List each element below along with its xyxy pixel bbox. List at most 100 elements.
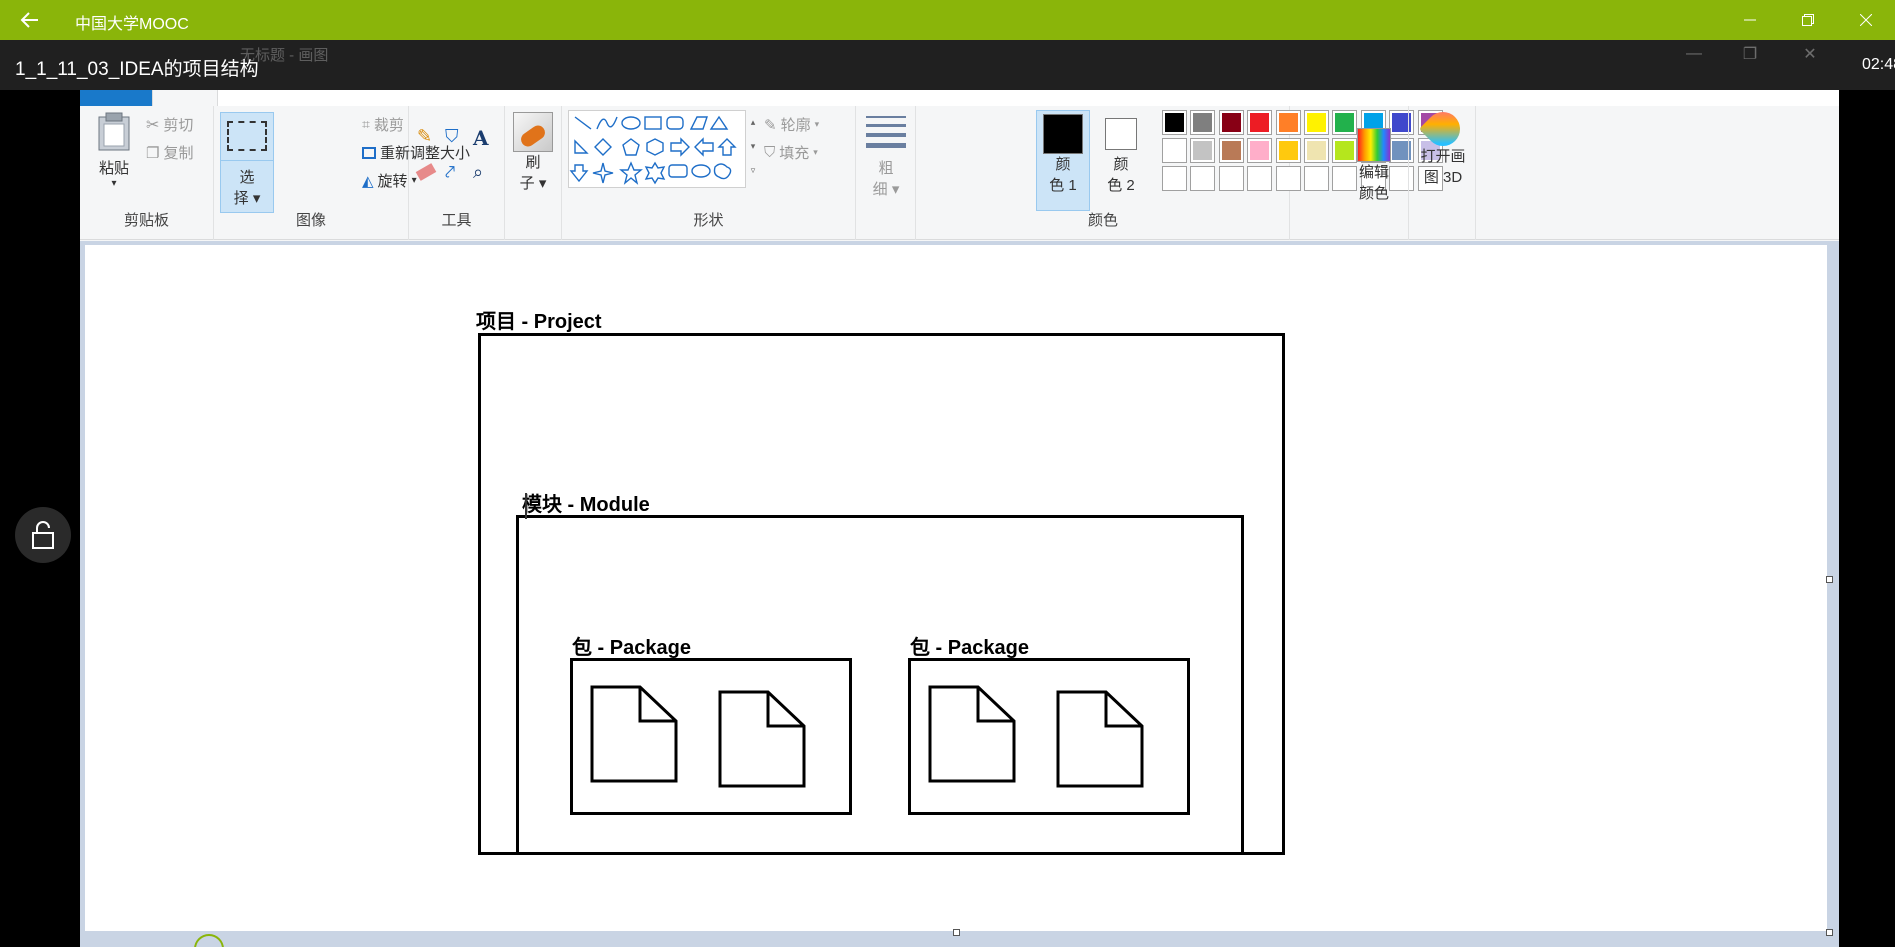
tab-file[interactable] [80, 90, 152, 106]
palette-empty-swatch[interactable] [1304, 166, 1329, 191]
palette-color-swatch[interactable] [1190, 138, 1216, 163]
clipboard-group: 粘贴 ▾ ✂ 剪切 ❐ 复制 剪贴板 [80, 106, 214, 240]
brushes-label-2: 子 [519, 175, 535, 192]
shapes-gallery[interactable] [568, 110, 746, 188]
rotate-icon: ◭ [362, 172, 374, 190]
file-icon [590, 685, 678, 783]
text-icon[interactable]: A [473, 126, 501, 150]
palette-color-swatch[interactable] [1162, 110, 1187, 135]
palette-empty-swatch[interactable] [1162, 166, 1187, 191]
app-name: 中国大学MOOC [75, 16, 189, 33]
paint-restore-icon[interactable]: ❐ [1720, 40, 1780, 68]
palette-color-swatch[interactable] [1190, 110, 1216, 135]
drawing-canvas[interactable]: 项目 - Project 模块 - Module 包 - Package 包 -… [85, 245, 1827, 931]
paint-close-icon[interactable]: ✕ [1780, 40, 1840, 68]
paint-window: 粘贴 ▾ ✂ 剪切 ❐ 复制 剪贴板 选 择 ▾ ⌗ 裁剪 重新调整大小 ◭ 旋… [80, 90, 1839, 947]
palette-color-swatch[interactable] [1275, 138, 1301, 163]
ribbon: 粘贴 ▾ ✂ 剪切 ❐ 复制 剪贴板 选 择 ▾ ⌗ 裁剪 重新调整大小 ◭ 旋… [80, 104, 1839, 240]
crop-button[interactable]: ⌗ 裁剪 [362, 114, 404, 135]
cut-button[interactable]: ✂ 剪切 [146, 114, 193, 135]
lock-button[interactable] [15, 507, 71, 563]
package-box [908, 658, 1190, 815]
select-rect-icon [227, 121, 267, 151]
paint-window-title: 无标题 - 画图 [240, 47, 329, 64]
crop-label: 裁剪 [373, 117, 404, 134]
magnifier-icon[interactable]: ⌕ [473, 162, 501, 183]
edit-colors-button[interactable]: 编辑 颜色 [1349, 128, 1399, 204]
size-label-2: 细 [872, 181, 888, 198]
copy-label: 复制 [163, 145, 194, 162]
resize-handle-bottom[interactable] [953, 929, 960, 936]
color2-label-2: 色 2 [1107, 177, 1135, 194]
pencil-icon[interactable]: ✎ [417, 126, 445, 150]
palette-empty-swatch[interactable] [1218, 166, 1244, 191]
paste-icon [98, 112, 130, 151]
scissors-icon: ✂ [146, 116, 160, 134]
tab-home[interactable] [152, 90, 218, 106]
restore-icon[interactable] [1779, 0, 1837, 40]
module-label: 模块 - Module [522, 494, 650, 516]
palette-empty-swatch[interactable] [1190, 166, 1216, 191]
palette-color-swatch[interactable] [1162, 138, 1187, 163]
palette-color-swatch[interactable] [1218, 138, 1244, 163]
tools-group-label: 工具 [441, 212, 472, 229]
brush-icon [513, 112, 553, 152]
select-button[interactable]: 选 择 ▾ [220, 112, 274, 213]
eraser-icon[interactable] [415, 163, 437, 181]
arrow-left-icon[interactable] [18, 8, 42, 32]
size-button[interactable]: 粗 细 ▾ [862, 112, 910, 200]
paste-button[interactable]: 粘贴 ▾ [92, 112, 136, 189]
package-label: 包 - Package [910, 637, 1029, 659]
shapes-group-label: 形状 [693, 212, 724, 229]
color1-label-1: 颜 [1055, 156, 1071, 173]
palette-color-swatch[interactable] [1247, 138, 1273, 163]
rainbow-icon [1357, 128, 1391, 162]
outline-button[interactable]: ✎ 轮廓 ▾ [764, 114, 819, 135]
project-label: 项目 - Project [476, 311, 602, 333]
open-paint3d-button[interactable]: 打开画 图 3D [1413, 104, 1473, 188]
crop-icon: ⌗ [362, 116, 370, 132]
copy-button[interactable]: ❐ 复制 [146, 142, 193, 163]
palette-color-swatch[interactable] [1304, 110, 1329, 135]
line-width-icon [866, 116, 906, 148]
palette-empty-swatch[interactable] [1275, 166, 1301, 191]
resize-handle-right[interactable] [1826, 576, 1833, 583]
image-group-label: 图像 [295, 212, 326, 229]
minimize-icon[interactable] [1721, 0, 1779, 40]
color-picker-icon[interactable]: ⤤ [445, 162, 473, 183]
colors-group-label: 颜色 [1087, 212, 1118, 229]
edit-colors-label-1: 编辑 [1358, 164, 1389, 181]
palette-color-swatch[interactable] [1275, 110, 1301, 135]
color2-selector[interactable]: 颜 色 2 [1094, 110, 1148, 196]
outline-label: 轮廓 [780, 117, 811, 134]
palette-color-swatch[interactable] [1247, 110, 1273, 135]
paint3d-label-1: 打开画 [1420, 148, 1466, 165]
text-cursor-icon [525, 493, 527, 519]
image-group: 选 择 ▾ ⌗ 裁剪 重新调整大小 ◭ 旋转 ▾ 图像 [214, 106, 470, 240]
file-icon [718, 690, 806, 788]
fill-icon: ⛉ [764, 144, 776, 161]
fill-bucket-icon[interactable]: ⛉ [445, 126, 473, 150]
select-label-1: 选 [239, 169, 255, 186]
ribbon-tabs [80, 90, 1839, 106]
brushes-button[interactable]: 刷 子 ▾ [511, 112, 555, 194]
file-icon [928, 685, 1016, 783]
fill-button[interactable]: ⛉ 填充 ▾ [764, 142, 818, 163]
clipboard-group-label: 剪贴板 [123, 212, 169, 229]
palette-empty-swatch[interactable] [1247, 166, 1273, 191]
palette-color-swatch[interactable] [1304, 138, 1329, 163]
app-title-bar: 中国大学MOOC [0, 0, 1895, 40]
resize-handle-corner[interactable] [1826, 929, 1833, 936]
close-icon[interactable] [1837, 0, 1895, 40]
outline-icon: ✎ [764, 116, 777, 134]
paint3d-group: 打开画 图 3D [1408, 104, 1476, 240]
size-label-1: 粗 [878, 160, 894, 177]
color1-selector[interactable]: 颜 色 1 [1036, 110, 1090, 196]
fill-label: 填充 [779, 145, 810, 162]
shapes-group: ▴ ▾ ▿ ✎ 轮廓 ▾ ⛉ 填充 ▾ 形状 [562, 106, 856, 240]
canvas-area: 项目 - Project 模块 - Module 包 - Package 包 -… [80, 241, 1839, 947]
brushes-label-1: 刷 [525, 154, 541, 171]
paint-minimize-icon[interactable]: — [1664, 40, 1724, 68]
resize-icon [362, 146, 376, 159]
palette-color-swatch[interactable] [1218, 110, 1244, 135]
